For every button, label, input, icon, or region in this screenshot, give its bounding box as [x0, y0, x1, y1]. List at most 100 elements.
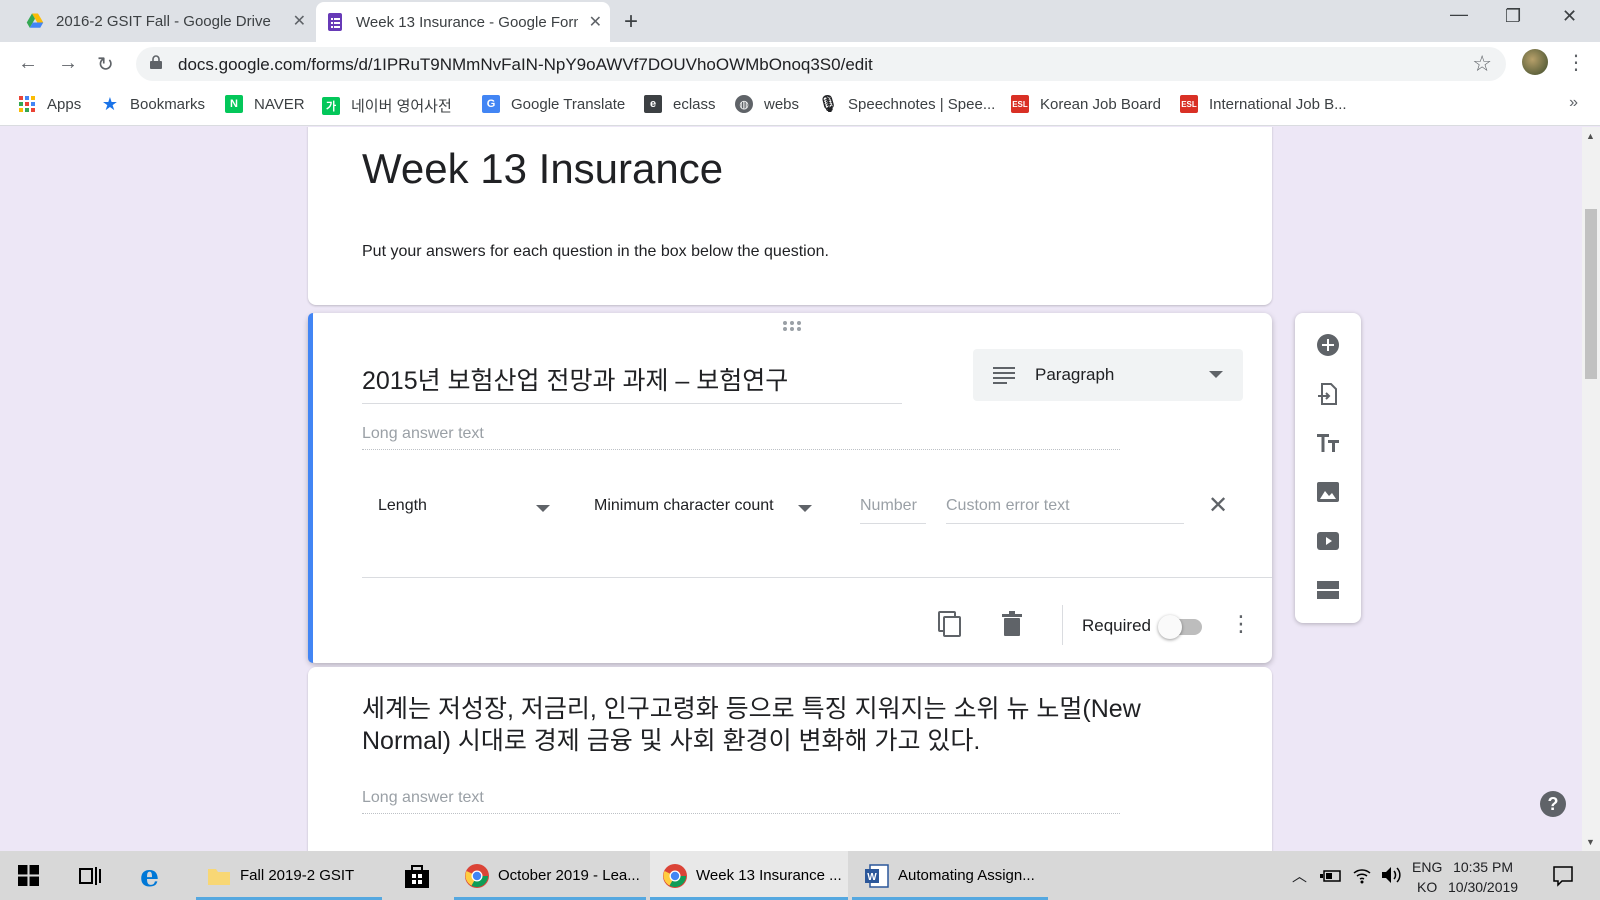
question-title-input[interactable]: 2015년 보험산업 전망과 과제 – 보험연구: [362, 361, 902, 404]
windows-taskbar: e Fall 2019-2 GSIT October 2019 - Lea...…: [0, 851, 1600, 900]
google-translate-icon: G: [482, 95, 500, 113]
required-toggle[interactable]: [1158, 615, 1202, 639]
taskbar-word[interactable]: W Automating Assign...: [852, 851, 1048, 900]
active-accent-bar: [308, 313, 313, 663]
bookmark-korean-job-board[interactable]: ESL Korean Job Board: [1011, 95, 1161, 113]
required-label: Required: [1082, 616, 1151, 635]
question-card-active[interactable]: 2015년 보험산업 전망과 과제 – 보험연구 Paragraph Long …: [308, 313, 1272, 663]
bookmark-speechnotes[interactable]: 🎙 Speechnotes | Spee...: [817, 95, 996, 114]
store-icon[interactable]: [403, 863, 431, 889]
naver-dictionary-icon: 가: [322, 96, 340, 115]
more-bookmarks-button[interactable]: »: [1569, 94, 1578, 112]
chevron-down-icon[interactable]: [536, 505, 550, 512]
bookmark-label: Korean Job Board: [1040, 95, 1161, 113]
bookmark-naver[interactable]: N NAVER: [225, 95, 305, 113]
tab-google-forms[interactable]: Week 13 Insurance - Google Forms ✕: [316, 2, 610, 42]
browser-toolbar: ← → ↻ docs.google.com/forms/d/1IPRuT9NMm…: [0, 42, 1600, 86]
system-clock[interactable]: 10:35 PM 10/30/2019: [1448, 857, 1518, 897]
bookmark-naver-dictionary[interactable]: 가 네이버 영어사전: [322, 95, 452, 116]
long-answer-placeholder: Long answer text: [362, 789, 1120, 814]
add-question-icon[interactable]: [1316, 333, 1340, 357]
taskbar-label: Automating Assign...: [898, 867, 1035, 884]
remove-validation-icon[interactable]: ✕: [1208, 491, 1228, 520]
add-section-icon[interactable]: [1316, 578, 1340, 602]
browser-tab-strip: 2016-2 GSIT Fall - Google Drive ✕ Week 1…: [0, 0, 1600, 42]
page-scrollbar[interactable]: ▲ ▼: [1582, 127, 1600, 851]
wifi-icon[interactable]: [1352, 865, 1372, 885]
windows-start-icon[interactable]: [18, 865, 39, 886]
chevron-up-icon[interactable]: ︿: [1292, 865, 1307, 886]
add-image-icon[interactable]: [1316, 480, 1340, 504]
card-divider: [362, 577, 1272, 578]
bookmark-label: Apps: [47, 95, 82, 113]
tab-title: Week 13 Insurance - Google Forms: [356, 13, 578, 31]
question-type-dropdown[interactable]: Paragraph: [973, 349, 1243, 401]
form-description[interactable]: Put your answers for each question in th…: [362, 243, 829, 261]
question-card[interactable]: 세계는 저성장, 저금리, 인구고령화 등으로 특징 지워지는 소위 뉴 노멀(…: [308, 667, 1272, 851]
new-tab-button[interactable]: +: [624, 8, 638, 36]
minimize-icon[interactable]: —: [1450, 4, 1468, 25]
scroll-thumb[interactable]: [1585, 209, 1597, 379]
scroll-down-icon[interactable]: ▼: [1586, 837, 1595, 847]
taskbar-chrome-week13[interactable]: Week 13 Insurance ...: [650, 851, 848, 900]
action-center-icon[interactable]: [1552, 865, 1574, 887]
input-language-indicator[interactable]: ENG KO: [1412, 857, 1442, 897]
bookmark-eclass[interactable]: e eclass: [644, 95, 716, 113]
folder-icon: [208, 868, 230, 885]
bookmark-label: webs: [764, 95, 800, 113]
reload-icon[interactable]: ↻: [97, 52, 114, 77]
battery-icon[interactable]: [1320, 867, 1342, 883]
chevron-down-icon[interactable]: [798, 505, 812, 512]
back-icon[interactable]: ←: [18, 52, 38, 75]
validation-number-input[interactable]: Number: [860, 497, 926, 524]
edge-browser-icon[interactable]: e: [140, 859, 159, 894]
more-options-icon[interactable]: ⋮: [1230, 611, 1252, 637]
add-video-icon[interactable]: [1316, 529, 1340, 553]
svg-text:W: W: [867, 872, 877, 883]
clock-time: 10:35 PM: [1453, 859, 1513, 875]
taskbar-file-explorer[interactable]: Fall 2019-2 GSIT: [196, 851, 382, 900]
bookmark-webs[interactable]: ◍ webs: [735, 95, 799, 113]
scroll-up-icon[interactable]: ▲: [1586, 131, 1595, 141]
drag-handle-icon[interactable]: [780, 319, 804, 333]
add-title-icon[interactable]: [1316, 431, 1340, 455]
long-answer-placeholder: Long answer text: [362, 425, 1120, 450]
form-title[interactable]: Week 13 Insurance: [362, 145, 723, 193]
delete-icon[interactable]: [1000, 611, 1024, 637]
help-icon[interactable]: ?: [1540, 791, 1566, 817]
duplicate-icon[interactable]: [938, 611, 962, 637]
question-type-label: Paragraph: [1035, 365, 1115, 384]
close-window-icon[interactable]: ✕: [1562, 6, 1577, 27]
microphone-icon: 🎙: [817, 96, 839, 113]
custom-error-text-input[interactable]: Custom error text: [946, 497, 1184, 524]
eclass-icon: e: [644, 95, 662, 113]
taskbar-label: Week 13 Insurance ...: [696, 867, 842, 884]
bookmark-label: Google Translate: [511, 95, 626, 113]
tab-google-drive[interactable]: 2016-2 GSIT Fall - Google Drive ✕: [14, 0, 314, 42]
bookmark-bookmarks[interactable]: ★ Bookmarks: [101, 94, 205, 114]
form-editor-page: Week 13 Insurance Put your answers for e…: [0, 127, 1600, 851]
task-view-icon[interactable]: [79, 865, 101, 887]
volume-icon[interactable]: [1380, 865, 1402, 885]
globe-icon: ◍: [735, 95, 753, 113]
bookmark-star-icon[interactable]: ☆: [1472, 51, 1492, 77]
address-bar[interactable]: docs.google.com/forms/d/1IPRuT9NMmNvFaIN…: [136, 47, 1506, 81]
taskbar-label: October 2019 - Lea...: [498, 867, 640, 884]
chevron-down-icon: [1209, 371, 1223, 378]
esl-cafe-icon: ESL: [1180, 95, 1198, 113]
validation-condition-select[interactable]: Minimum character count: [594, 497, 774, 515]
validation-rule-select[interactable]: Length: [378, 497, 427, 515]
bookmark-google-translate[interactable]: G Google Translate: [482, 95, 625, 113]
forward-icon[interactable]: →: [58, 52, 78, 75]
restore-icon[interactable]: ❐: [1505, 6, 1521, 27]
close-tab-icon[interactable]: ✕: [293, 11, 306, 31]
taskbar-chrome-october[interactable]: October 2019 - Lea...: [454, 851, 646, 900]
close-tab-icon[interactable]: ✕: [589, 12, 602, 32]
bookmark-label: 네이버 영어사전: [351, 98, 452, 115]
bookmark-international-job-board[interactable]: ESL International Job B...: [1180, 95, 1347, 113]
profile-avatar[interactable]: [1522, 49, 1548, 75]
esl-cafe-icon: ESL: [1011, 95, 1029, 113]
bookmark-apps[interactable]: Apps: [18, 95, 81, 113]
import-questions-icon[interactable]: [1316, 382, 1340, 406]
chrome-menu-icon[interactable]: ⋮: [1566, 50, 1586, 75]
